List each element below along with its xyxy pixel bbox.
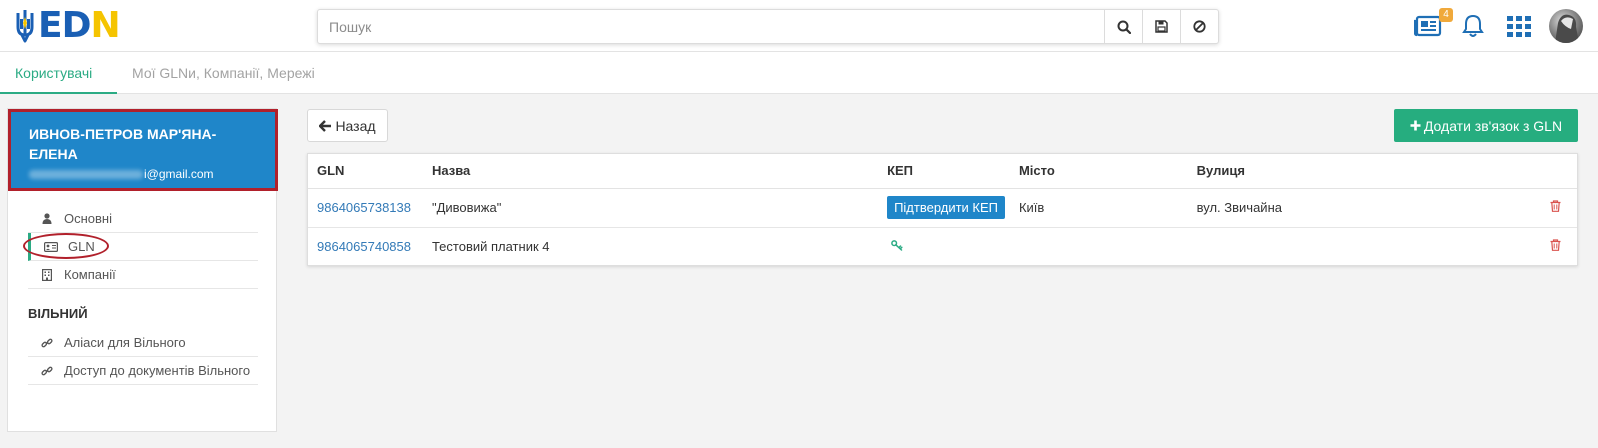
menu-item-main[interactable]: Основні [28, 205, 258, 233]
user-email: i@gmail.com [29, 167, 214, 181]
bell-icon [1462, 14, 1484, 37]
col-header-street[interactable]: Вулиця [1187, 154, 1527, 189]
back-button[interactable]: Назад [307, 109, 388, 142]
menu-item-gln[interactable]: GLN [28, 233, 258, 261]
tab-users[interactable]: Користувачі [0, 52, 117, 94]
link-icon [38, 365, 56, 377]
apps-grid-icon [1507, 15, 1531, 37]
section-title-vilnyi: ВІЛЬНИЙ [28, 306, 88, 321]
tabs-bar: Користувачі Мої GLNи, Компанії, Мережі [0, 52, 1598, 94]
col-header-actions [1526, 154, 1577, 189]
search-icon [1117, 20, 1131, 34]
cell-street: вул. Звичайна [1187, 188, 1527, 228]
cell-kep: Підтвердити КЕП [878, 188, 1010, 228]
clear-search-button[interactable] [1180, 10, 1218, 43]
id-card-icon [42, 241, 60, 252]
confirm-kep-button[interactable]: Підтвердити КЕП [887, 196, 1006, 219]
search-button[interactable] [1104, 10, 1142, 43]
menu-item-label: Аліаси для Вільного [64, 334, 186, 350]
cell-city [1010, 227, 1188, 266]
menu-item-label: Доступ до документів Вільного [64, 362, 251, 378]
menu-item-label: GLN [68, 238, 95, 254]
top-header: EDN 4 [0, 0, 1598, 52]
cell-city: Київ [1009, 188, 1188, 228]
user-card: ИВНОВ-ПЕТРОВ МАР'ЯНА-ЕЛЕНА i@gmail.com [8, 109, 278, 191]
cell-kep [878, 227, 1010, 266]
menu-item-label: Основні [64, 210, 112, 226]
menu-item-aliases[interactable]: Аліаси для Вільного [28, 329, 258, 357]
key-icon[interactable] [891, 240, 903, 251]
news-button[interactable]: 4 [1413, 8, 1453, 38]
tryzub-icon [16, 10, 34, 43]
edin-logo[interactable]: EDN [14, 5, 121, 46]
col-header-kep[interactable]: КЕП [878, 154, 1010, 189]
table-row: 9864065738138 "Дивовижа" Підтвердити КЕП… [308, 188, 1577, 228]
notifications-button[interactable] [1461, 13, 1485, 39]
delete-button[interactable] [1550, 200, 1561, 212]
trash-icon [1550, 239, 1561, 252]
tab-my-glns[interactable]: Мої GLNи, Компанії, Мережі [132, 52, 315, 94]
plus-icon [1410, 120, 1421, 131]
add-gln-link-button[interactable]: Додати зв'язок з GLN [1394, 109, 1578, 142]
table-header-row: GLN Назва КЕП Місто Вулиця [308, 154, 1577, 189]
gln-table: GLN Назва КЕП Місто Вулиця 9864065738138… [308, 154, 1577, 266]
col-header-name[interactable]: Назва [422, 154, 879, 189]
cell-actions [1527, 227, 1577, 266]
save-search-button[interactable] [1142, 10, 1180, 43]
cell-gln: 9864065740858 [308, 227, 423, 266]
avatar[interactable] [1549, 9, 1583, 43]
news-icon [1414, 15, 1442, 37]
cell-actions [1526, 188, 1577, 228]
logo-text-n: N [90, 5, 120, 46]
menu-item-companies[interactable]: Компанії [28, 261, 258, 289]
add-gln-link-label: Додати зв'язок з GLN [1423, 117, 1563, 134]
cell-gln: 9864065738138 [308, 188, 423, 228]
vilnyi-menu: Аліаси для Вільного Доступ до документів… [28, 329, 258, 385]
link-icon [38, 337, 56, 349]
cell-name: "Дивовижа" [422, 188, 879, 228]
user-menu: Основні GLN Компанії [28, 205, 258, 289]
search-bar [317, 9, 1219, 44]
gln-link[interactable]: 9864065738138 [317, 200, 411, 215]
cell-street [1188, 227, 1527, 266]
col-header-gln[interactable]: GLN [308, 154, 423, 189]
menu-item-label: Компанії [64, 266, 116, 282]
clear-icon [1193, 20, 1206, 33]
save-icon [1155, 20, 1168, 33]
gln-table-panel: GLN Назва КЕП Місто Вулиця 9864065738138… [307, 153, 1578, 266]
search-input[interactable] [318, 10, 1104, 43]
cell-name: Тестовий платник 4 [431, 239, 550, 255]
delete-button[interactable] [1550, 239, 1561, 252]
table-row: 9864065740858 Тестовий платник 4 [308, 227, 1577, 266]
logo-text-ed: ED [38, 5, 91, 46]
user-icon [38, 213, 56, 224]
arrow-left-icon [319, 119, 332, 132]
back-button-label: Назад [335, 117, 376, 134]
trash-icon [1550, 200, 1561, 212]
gln-link[interactable]: 9864065740858 [317, 239, 411, 254]
avatar-image-icon [1555, 14, 1579, 43]
email-redaction [29, 170, 143, 180]
col-header-city[interactable]: Місто [1009, 154, 1188, 189]
menu-item-doc-access[interactable]: Доступ до документів Вільного [28, 357, 258, 385]
user-name: ИВНОВ-ПЕТРОВ МАР'ЯНА-ЕЛЕНА [29, 126, 217, 162]
user-email-text: i@gmail.com [144, 167, 214, 181]
news-badge: 4 [1439, 8, 1453, 22]
user-sidebar: ИВНОВ-ПЕТРОВ МАР'ЯНА-ЕЛЕНА i@gmail.com О… [7, 108, 278, 432]
building-icon [38, 268, 56, 281]
apps-button[interactable] [1507, 15, 1531, 37]
